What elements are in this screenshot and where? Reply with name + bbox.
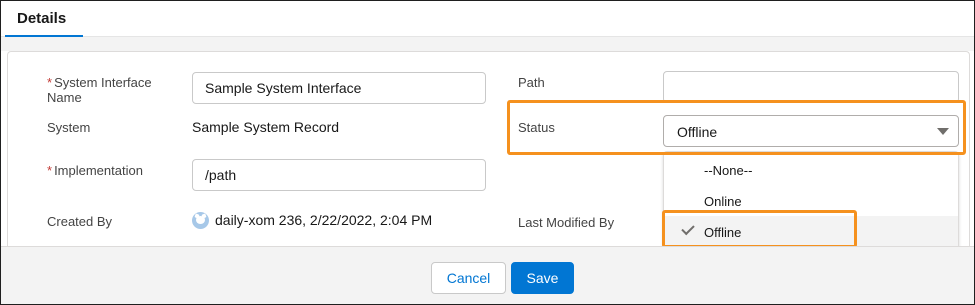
required-marker: * [47,163,53,178]
implementation-label-text: Implementation [54,163,143,178]
required-marker: * [47,75,53,90]
created-by-value[interactable]: daily-xom 236, 2/22/2022, 2:04 PM [215,212,432,228]
cancel-button[interactable]: Cancel [431,262,506,294]
last-modified-by-label: Last Modified By [518,215,615,230]
system-interface-name-input[interactable]: Sample System Interface [192,72,486,104]
tab-details-label: Details [17,10,67,27]
user-avatar-icon [192,212,209,229]
offline-option-highlight [662,210,857,248]
system-label: System [47,120,91,135]
path-input[interactable] [663,71,959,103]
system-interface-name-label-text: System Interface Name [47,75,152,105]
record-detail-panel: Details * System Interface Name Sample Sy… [0,0,975,305]
section-spacer [1,37,974,51]
form-footer: Cancel Save [1,246,974,304]
system-value[interactable]: Sample System Record [192,119,339,135]
status-option-label: --None-- [704,163,753,178]
status-option-label: Online [704,194,742,209]
tab-bar: Details [1,1,974,38]
system-interface-name-label: * System Interface Name [47,75,167,105]
implementation-input[interactable]: /path [192,159,486,191]
path-label: Path [518,75,545,90]
status-field-highlight [507,100,966,155]
implementation-label: * Implementation [47,163,143,178]
tab-details[interactable]: Details [5,1,83,38]
status-option-none[interactable]: --None-- [664,154,958,186]
created-by-label: Created By [47,214,113,229]
save-button[interactable]: Save [511,262,574,294]
